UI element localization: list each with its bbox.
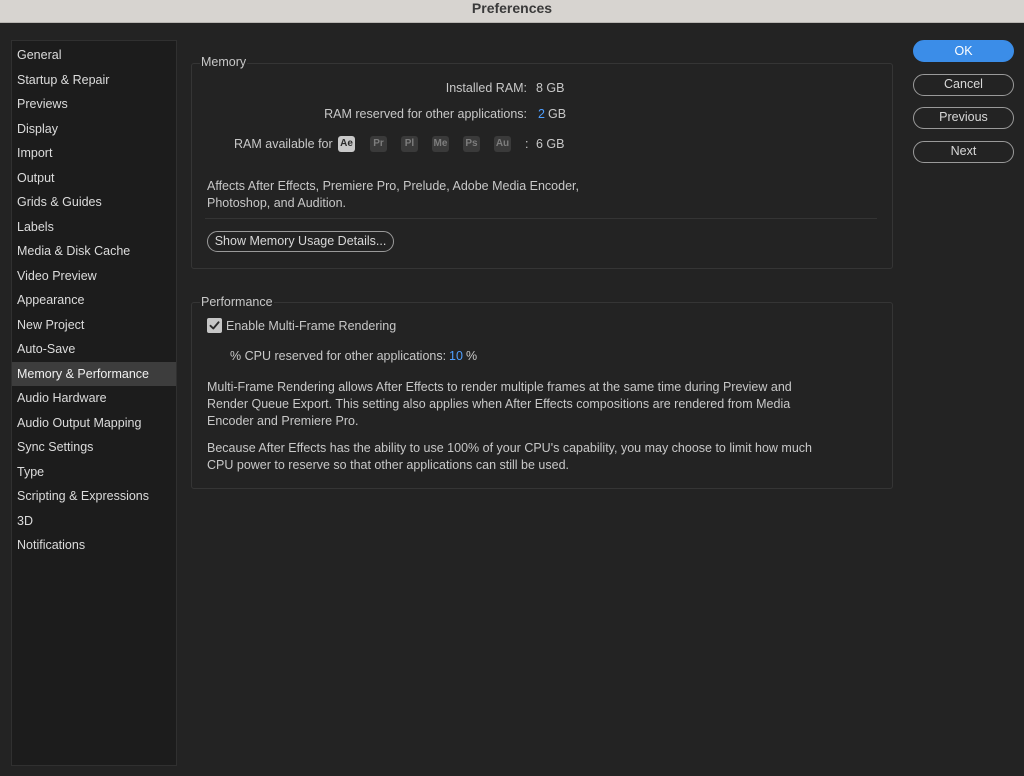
multi-frame-rendering-label[interactable]: Enable Multi-Frame Rendering: [226, 319, 396, 333]
ram-available-value: 6 GB: [536, 137, 565, 151]
sidebar-item-previews[interactable]: Previews: [12, 92, 176, 117]
next-button[interactable]: Next: [913, 141, 1014, 163]
sidebar-item-display[interactable]: Display: [12, 117, 176, 142]
cpu-description: Because After Effects has the ability to…: [207, 440, 812, 474]
ram-reserved-value-field[interactable]: 2: [538, 107, 545, 121]
sidebar-item-general[interactable]: General: [12, 43, 176, 68]
mfr-description: Multi-Frame Rendering allows After Effec…: [207, 379, 792, 430]
sidebar-item-grids-guides[interactable]: Grids & Guides: [12, 190, 176, 215]
window-title-bar: Preferences: [0, 0, 1024, 23]
sidebar-item-video-preview[interactable]: Video Preview: [12, 264, 176, 289]
ram-reserved-unit: GB: [548, 107, 567, 121]
cpu-reserved-unit: %: [466, 349, 478, 363]
sidebar-item-startup-repair[interactable]: Startup & Repair: [12, 68, 176, 93]
mfr-description-line-2: Render Queue Export. This setting also a…: [207, 397, 791, 411]
sidebar-item-3d[interactable]: 3D: [12, 509, 176, 534]
memory-note-line-1: Affects After Effects, Premiere Pro, Pre…: [207, 179, 579, 193]
sidebar-item-scripting-expressions[interactable]: Scripting & Expressions: [12, 484, 176, 509]
app-badge-pl: Pl: [401, 136, 418, 152]
app-badge-au: Au: [494, 136, 511, 152]
cancel-button[interactable]: Cancel: [913, 74, 1014, 96]
sidebar-item-auto-save[interactable]: Auto-Save: [12, 337, 176, 362]
app-badge-ae: Ae: [338, 136, 355, 152]
cpu-reserved-value-field[interactable]: 10: [449, 349, 463, 363]
sidebar-item-sync-settings[interactable]: Sync Settings: [12, 435, 176, 460]
preferences-sidebar: General Startup & Repair Previews Displa…: [11, 40, 177, 766]
memory-note-line-2: Photoshop, and Audition.: [207, 196, 347, 210]
mfr-description-line-1: Multi-Frame Rendering allows After Effec…: [207, 380, 792, 394]
app-badge-ps: Ps: [463, 136, 480, 152]
mfr-description-line-3: Encoder and Premiere Pro.: [207, 414, 359, 428]
window-title: Preferences: [471, 0, 553, 16]
checkmark-icon: [209, 321, 220, 330]
previous-button[interactable]: Previous: [913, 107, 1014, 129]
multi-frame-rendering-checkbox[interactable]: [207, 318, 222, 333]
sidebar-item-memory-performance[interactable]: Memory & Performance: [12, 361, 176, 386]
ram-reserved-label: RAM reserved for other applications:: [324, 107, 527, 121]
memory-divider: [205, 218, 877, 219]
installed-ram-value: 8 GB: [536, 81, 565, 95]
performance-group-title: Performance: [200, 295, 274, 309]
sidebar-item-media-disk-cache[interactable]: Media & Disk Cache: [12, 239, 176, 264]
sidebar-item-audio-hardware[interactable]: Audio Hardware: [12, 386, 176, 411]
cpu-description-line-1: Because After Effects has the ability to…: [207, 441, 812, 455]
ram-available-label: RAM available for: [234, 137, 333, 151]
sidebar-item-appearance[interactable]: Appearance: [12, 288, 176, 313]
memory-group-title: Memory: [200, 55, 248, 69]
app-badge-pr: Pr: [370, 136, 387, 152]
sidebar-item-import[interactable]: Import: [12, 141, 176, 166]
app-badge-me: Me: [432, 136, 449, 152]
sidebar-item-output[interactable]: Output: [12, 166, 176, 191]
sidebar-item-labels[interactable]: Labels: [12, 215, 176, 240]
sidebar-item-type[interactable]: Type: [12, 460, 176, 485]
show-memory-details-button[interactable]: Show Memory Usage Details...: [207, 231, 394, 252]
ram-available-separator: :: [525, 137, 529, 151]
sidebar-item-audio-output-mapping[interactable]: Audio Output Mapping: [12, 411, 176, 436]
installed-ram-label: Installed RAM:: [445, 81, 527, 95]
memory-note: Affects After Effects, Premiere Pro, Pre…: [207, 178, 579, 212]
sidebar-item-notifications[interactable]: Notifications: [12, 533, 176, 558]
ok-button[interactable]: OK: [913, 40, 1014, 62]
sidebar-item-new-project[interactable]: New Project: [12, 313, 176, 338]
cpu-description-line-2: CPU power to reserve so that other appli…: [207, 458, 569, 472]
cpu-reserved-label: % CPU reserved for other applications:: [230, 349, 447, 363]
